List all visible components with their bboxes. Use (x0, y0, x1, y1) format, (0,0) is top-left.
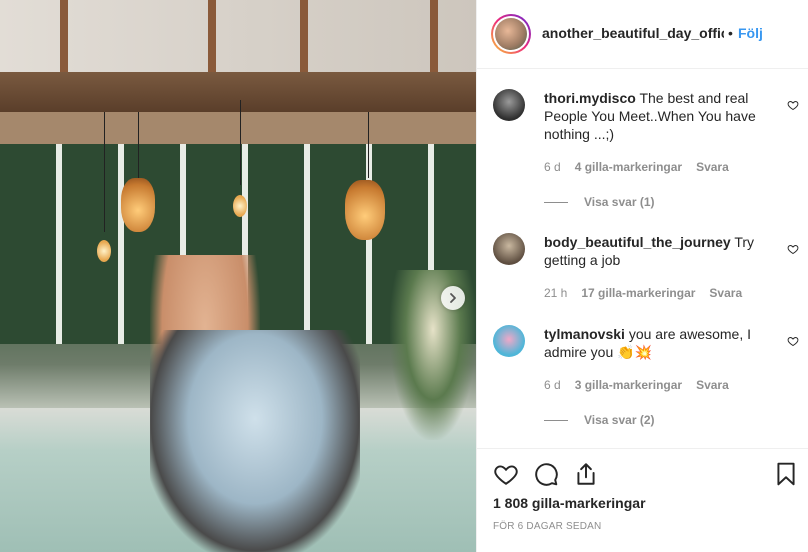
reply-button[interactable]: Svara (709, 286, 742, 300)
view-replies-label: Visa svar (1) (584, 195, 655, 209)
commenter-username[interactable]: body_beautiful_the_journey (544, 234, 731, 250)
photo-wall (0, 112, 476, 144)
comment-meta: 21 h 17 gilla-markeringar Svara (544, 286, 756, 300)
photo-lamp (345, 180, 385, 240)
comment-likes[interactable]: 3 gilla-markeringar (575, 378, 682, 392)
photo-ceiling (0, 0, 476, 80)
photo-rafter (300, 0, 308, 80)
reply-button[interactable]: Svara (696, 378, 729, 392)
photo-rafter (208, 0, 216, 80)
comment-heart-icon[interactable] (787, 335, 799, 347)
view-replies-line (544, 419, 568, 421)
commenter-avatar[interactable] (493, 89, 525, 121)
photo-rafter (430, 0, 438, 80)
post-side-panel: another_beautiful_day_offic • Följ thori… (476, 0, 808, 552)
photo-lamp-wire (240, 100, 241, 185)
view-replies-button[interactable]: Visa svar (2) (544, 413, 655, 427)
comment-icon[interactable] (533, 461, 559, 487)
photo-lamp-wire (138, 112, 139, 178)
comment-time[interactable]: 21 h (544, 286, 567, 300)
comment-meta: 6 d 4 gilla-markeringar Svara (544, 160, 743, 174)
post-photo[interactable] (0, 0, 476, 552)
share-icon[interactable] (573, 461, 599, 487)
reply-button[interactable]: Svara (696, 160, 729, 174)
comment-text-block: tylmanovski you are awesome, I admire yo… (544, 325, 762, 361)
follow-button[interactable]: Följ (738, 25, 763, 41)
photo-lamp (121, 178, 155, 232)
photo-rafter (60, 0, 68, 80)
comment-time[interactable]: 6 d (544, 378, 561, 392)
comment-likes[interactable]: 17 gilla-markeringar (581, 286, 695, 300)
separator-dot: • (728, 25, 733, 41)
view-replies-label: Visa svar (2) (584, 413, 655, 427)
comment-heart-icon[interactable] (787, 99, 799, 111)
chevron-right-icon (450, 293, 456, 303)
comment-time[interactable]: 6 d (544, 160, 561, 174)
comment-heart-icon[interactable] (787, 243, 799, 255)
photo-bulb (233, 195, 247, 217)
photo-person (150, 330, 360, 552)
post-timestamp[interactable]: FÖR 6 DAGAR SEDAN (493, 521, 601, 532)
commenter-avatar[interactable] (493, 325, 525, 357)
photo-lamp-wire (104, 112, 105, 232)
comment-text-block: thori.mydisco The best and real People Y… (544, 89, 762, 143)
photo-beam (0, 72, 476, 112)
view-replies-button[interactable]: Visa svar (1) (544, 195, 655, 209)
heart-icon[interactable] (493, 461, 519, 487)
commenter-username[interactable]: thori.mydisco (544, 90, 636, 106)
post-header: another_beautiful_day_offic • Följ (477, 0, 808, 69)
comment-meta: 6 d 3 gilla-markeringar Svara (544, 378, 743, 392)
bookmark-icon[interactable] (773, 461, 799, 487)
author-avatar[interactable] (491, 14, 531, 54)
author-username[interactable]: another_beautiful_day_offic (542, 25, 724, 41)
likes-count[interactable]: 1 808 gilla-markeringar (493, 495, 646, 511)
photo-bulb (97, 240, 111, 262)
view-replies-line (544, 201, 568, 203)
comment-likes[interactable]: 4 gilla-markeringar (575, 160, 682, 174)
commenter-avatar[interactable] (493, 233, 525, 265)
photo-lamp-wire (368, 112, 369, 178)
post-actions: 1 808 gilla-markeringar FÖR 6 DAGAR SEDA… (477, 448, 808, 552)
comment-text-block: body_beautiful_the_journey Try getting a… (544, 233, 762, 269)
next-photo-button[interactable] (441, 286, 465, 310)
commenter-username[interactable]: tylmanovski (544, 326, 625, 342)
